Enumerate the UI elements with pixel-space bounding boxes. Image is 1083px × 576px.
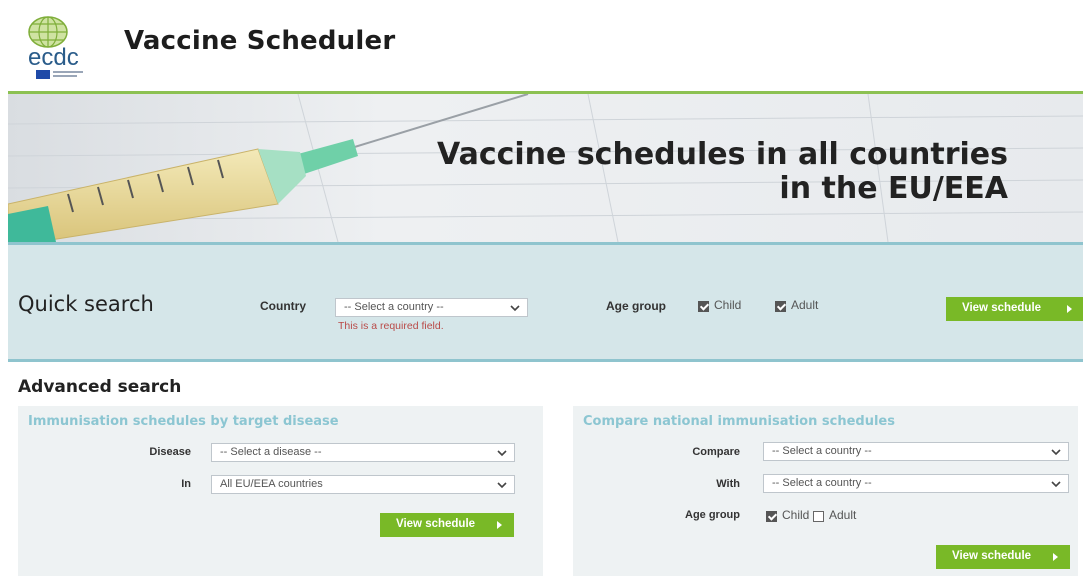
compare-label: Compare — [692, 446, 740, 458]
quick-view-schedule-label: View schedule — [962, 302, 1042, 314]
chevron-down-icon — [510, 305, 520, 312]
quick-search-title: Quick search — [18, 292, 154, 316]
with-label: With — [716, 478, 740, 490]
chevron-down-icon — [497, 482, 507, 489]
arrow-right-icon — [497, 521, 502, 529]
banner-title-line2: in the EU/EEA — [779, 171, 1008, 206]
child-checkbox-label[interactable]: Child — [714, 298, 741, 312]
region-select-value: All EU/EEA countries — [220, 478, 323, 490]
quick-search-panel: Quick search Country -- Select a country… — [8, 242, 1083, 362]
compare-view-schedule-button[interactable]: View schedule — [936, 545, 1070, 569]
compare-panel-title: Compare national immunisation schedules — [583, 414, 895, 429]
compare-child-checkbox[interactable] — [766, 511, 777, 522]
globe-icon — [28, 16, 68, 48]
chevron-down-icon — [1051, 449, 1061, 456]
chevron-down-icon — [1051, 481, 1061, 488]
arrow-right-icon — [1067, 305, 1072, 313]
compare-child-label[interactable]: Child — [782, 508, 809, 522]
with-country-select[interactable]: -- Select a country -- — [763, 474, 1069, 493]
chevron-down-icon — [497, 450, 507, 457]
disease-search-panel: Immunisation schedules by target disease… — [18, 406, 543, 576]
compare-country-value: -- Select a country -- — [772, 445, 872, 457]
country-select-value: -- Select a country -- — [344, 301, 444, 313]
disease-label: Disease — [149, 446, 191, 458]
compare-schedules-panel: Compare national immunisation schedules … — [573, 406, 1078, 576]
arrow-right-icon — [1053, 553, 1058, 561]
disease-select[interactable]: -- Select a disease -- — [211, 443, 515, 462]
country-required-error: This is a required field. — [338, 320, 444, 332]
banner-title: Vaccine schedules in all countries in th… — [437, 138, 1008, 206]
disease-view-schedule-button[interactable]: View schedule — [380, 513, 514, 537]
with-country-value: -- Select a country -- — [772, 477, 872, 489]
child-checkbox[interactable] — [698, 301, 709, 312]
compare-view-schedule-label: View schedule — [952, 550, 1032, 562]
logo-wordmark: ecdc — [28, 44, 79, 71]
compare-adult-label[interactable]: Adult — [829, 508, 856, 522]
hero-banner: Vaccine schedules in all countries in th… — [8, 94, 1083, 242]
app-title: Vaccine Scheduler — [124, 26, 396, 56]
adult-checkbox[interactable] — [775, 301, 786, 312]
advanced-search-title: Advanced search — [18, 377, 182, 397]
country-select[interactable]: -- Select a country -- — [335, 298, 528, 317]
quick-view-schedule-button[interactable]: View schedule — [946, 297, 1083, 321]
header: ecdc Vaccine Scheduler — [0, 0, 1083, 92]
age-group-label: Age group — [606, 299, 666, 313]
disease-view-schedule-label: View schedule — [396, 518, 476, 530]
in-label: In — [181, 478, 191, 490]
adult-checkbox-label[interactable]: Adult — [791, 298, 818, 312]
ecdc-logo[interactable]: ecdc — [18, 10, 113, 82]
compare-age-group-label: Age group — [685, 509, 740, 521]
compare-adult-checkbox[interactable] — [813, 511, 824, 522]
compare-country-select[interactable]: -- Select a country -- — [763, 442, 1069, 461]
region-select[interactable]: All EU/EEA countries — [211, 475, 515, 494]
country-label: Country — [260, 299, 306, 313]
disease-panel-title: Immunisation schedules by target disease — [28, 414, 339, 429]
disease-select-value: -- Select a disease -- — [220, 446, 322, 458]
eu-flag-icon — [36, 70, 50, 79]
banner-title-line1: Vaccine schedules in all countries — [437, 137, 1008, 172]
